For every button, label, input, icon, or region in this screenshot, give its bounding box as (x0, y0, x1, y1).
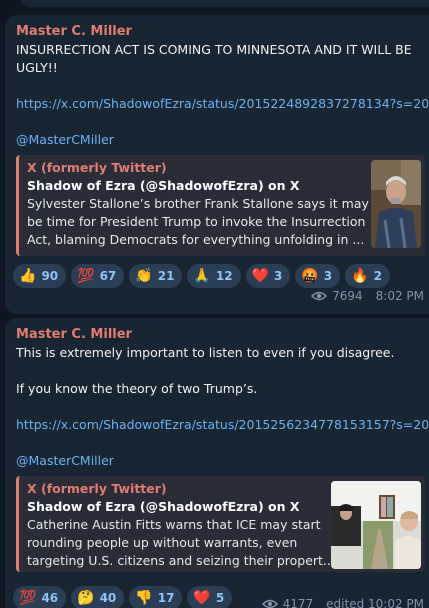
reaction-count: 17 (157, 591, 175, 605)
message-time: edited 10:02 PM (326, 597, 424, 608)
hundred-points-icon: 💯 (77, 268, 95, 284)
reaction-count: 2 (373, 269, 382, 283)
preview-site-name: X (formerly Twitter) (27, 160, 167, 175)
message-meta: 4177 edited 10:02 PM (261, 597, 424, 608)
reactions-bar: 💯 46 🤔 40 👎 17 ❤️ 5 (13, 586, 233, 608)
message-text-line: UGLY!! (16, 60, 58, 75)
clapping-hands-icon: 👏 (135, 268, 153, 284)
sender-name[interactable]: Master C. Miller (16, 326, 429, 344)
reaction-fire[interactable]: 🔥 2 (345, 264, 390, 288)
reaction-thumbs-up[interactable]: 👍 90 (13, 264, 67, 288)
message-text: INSURRECTION ACT IS COMING TO MINNESOTA … (16, 41, 429, 77)
reaction-clap[interactable]: 👏 21 (129, 264, 183, 288)
message-bubble[interactable]: Master C. Miller INSURRECTION ACT IS COM… (5, 15, 429, 314)
folded-hands-icon: 🙏 (193, 268, 211, 284)
thumbs-up-icon: 👍 (19, 268, 37, 284)
thumbs-down-icon: 👎 (135, 590, 153, 606)
eye-icon (261, 599, 278, 608)
cursing-face-icon: 🤬 (301, 268, 319, 284)
reaction-thumbs-down[interactable]: 👎 17 (129, 586, 183, 608)
reaction-count: 12 (215, 269, 233, 283)
preview-description-line: be time for President Trump to invoke th… (27, 214, 366, 229)
message-meta: 7694 8:02 PM (311, 289, 424, 303)
reaction-count: 67 (99, 269, 117, 283)
heart-icon: ❤️ (251, 268, 269, 284)
sender-name[interactable]: Master C. Miller (16, 23, 429, 41)
reaction-angry[interactable]: 🤬 3 (295, 264, 341, 288)
heart-icon: ❤️ (193, 590, 211, 606)
message-text-line: INSURRECTION ACT IS COMING TO MINNESOTA … (16, 42, 412, 57)
reaction-count: 46 (41, 591, 59, 605)
reaction-count: 40 (99, 591, 117, 605)
fire-icon: 🔥 (351, 268, 369, 284)
preview-thumbnail[interactable] (371, 160, 421, 248)
preview-description: Sylvester Stallone’s brother Frank Stall… (27, 195, 419, 249)
reaction-hundred[interactable]: 💯 46 (13, 586, 67, 608)
preview-description-line: Sylvester Stallone’s brother Frank Stall… (27, 196, 369, 211)
previous-message-bubble (20, 0, 429, 7)
hundred-points-icon: 💯 (19, 590, 37, 606)
message-link[interactable]: https://x.com/ShadowofEzra/status/201525… (16, 416, 429, 434)
reaction-count: 3 (323, 269, 333, 283)
reaction-count: 90 (41, 269, 59, 283)
message-text: This is extremely important to listen to… (16, 344, 429, 398)
reaction-count: 21 (157, 269, 175, 283)
message-bubble[interactable]: Master C. Miller This is extremely impor… (5, 318, 429, 608)
thinking-face-icon: 🤔 (77, 590, 95, 606)
preview-thumbnail[interactable] (331, 481, 421, 569)
view-count: 7694 (332, 289, 363, 303)
reaction-heart[interactable]: ❤️ 5 (187, 586, 233, 608)
reaction-pray[interactable]: 🙏 12 (187, 264, 241, 288)
reaction-count: 3 (274, 269, 283, 283)
mention-link[interactable]: @MasterCMiller (16, 452, 429, 470)
reaction-thinking[interactable]: 🤔 40 (71, 586, 125, 608)
mention-link[interactable]: @MasterCMiller (16, 131, 429, 149)
link-preview[interactable]: X (formerly Twitter) Shadow of Ezra (@Sh… (16, 476, 425, 572)
reactions-bar: 👍 90 💯 67 👏 21 🙏 12 ❤️ 3 🤬 3 🔥 2 (13, 264, 390, 288)
message-text-line: This is extremely important to listen to… (16, 345, 395, 360)
reaction-heart[interactable]: ❤️ 3 (245, 264, 291, 288)
reaction-hundred[interactable]: 💯 67 (71, 264, 125, 288)
preview-description-line: Act, blaming Democrats for everything un… (27, 232, 365, 247)
eye-icon (311, 291, 328, 301)
link-preview[interactable]: X (formerly Twitter) Shadow of Ezra (@Sh… (16, 155, 425, 256)
preview-title: Shadow of Ezra (@ShadowofEzra) on X (27, 178, 300, 193)
view-count: 4177 (282, 597, 314, 608)
message-text-line: If you know the theory of two Trump’s. (16, 381, 258, 396)
message-link[interactable]: https://x.com/ShadowofEzra/status/201522… (16, 95, 429, 113)
reaction-count: 5 (215, 591, 225, 605)
message-time: 8:02 PM (375, 289, 424, 303)
